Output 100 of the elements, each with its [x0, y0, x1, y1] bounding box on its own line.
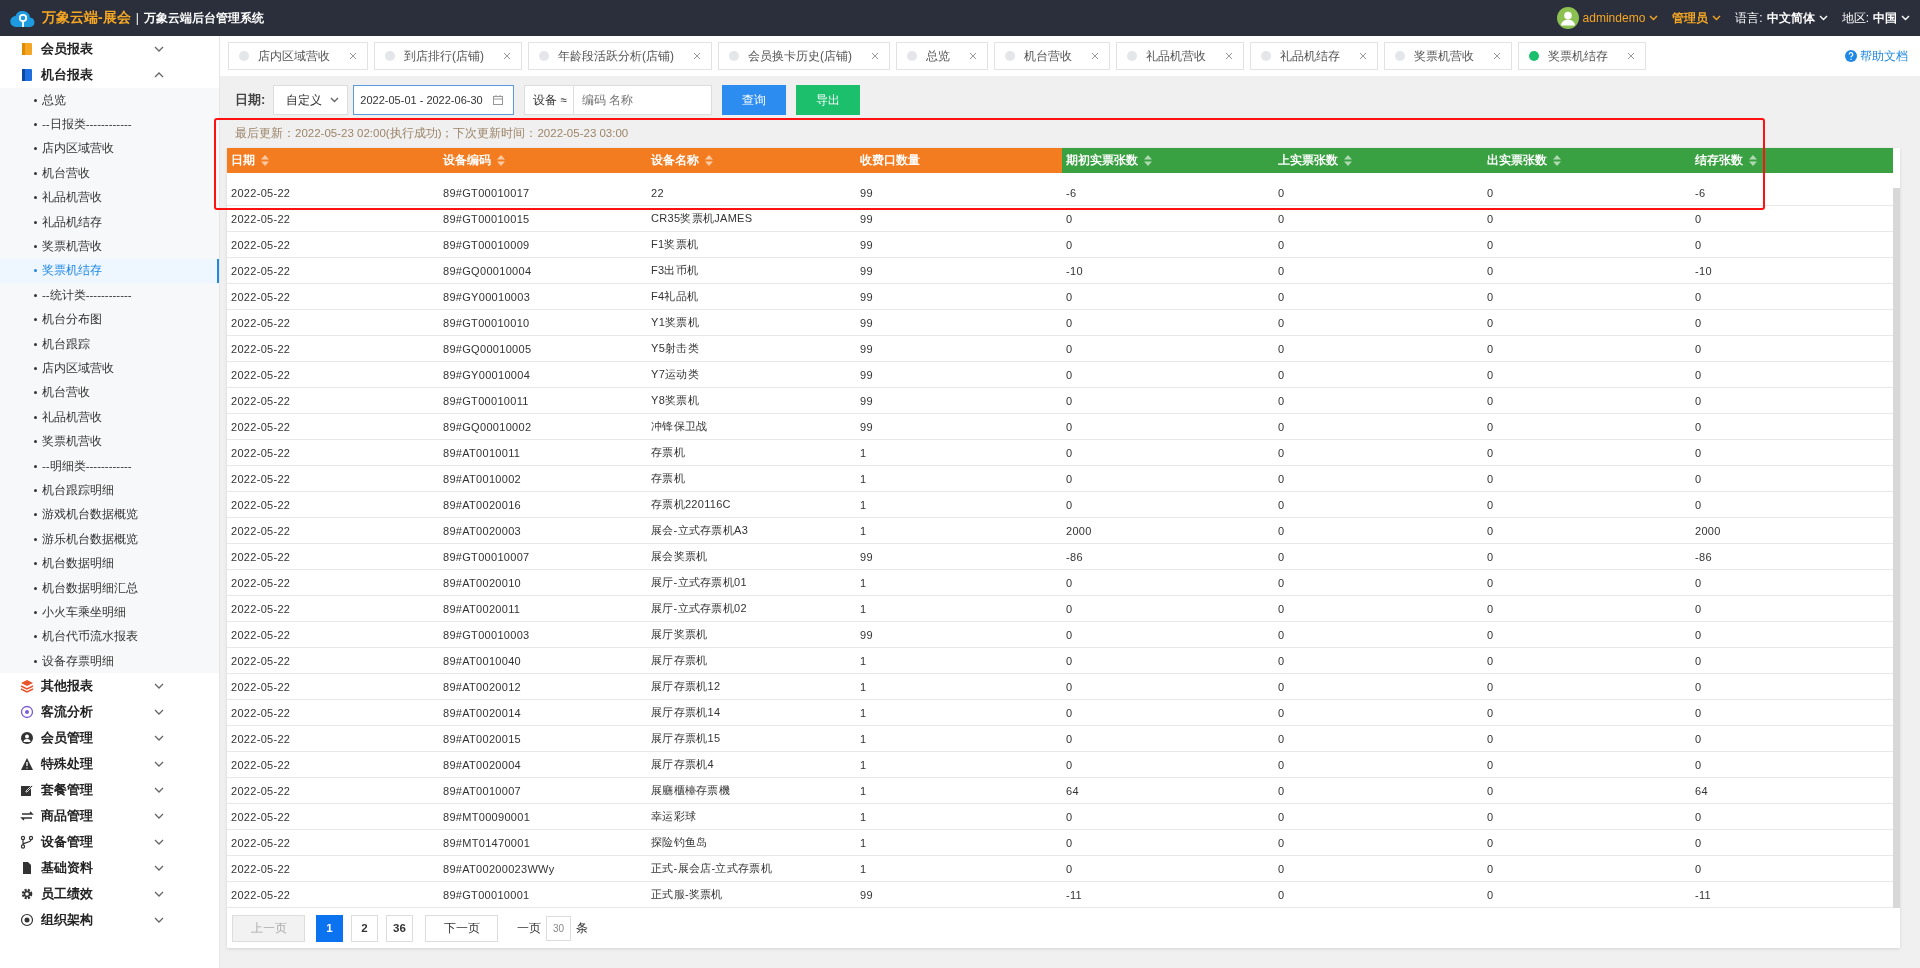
close-icon[interactable]: [349, 52, 357, 60]
sidebar-group[interactable]: 商品管理: [41, 807, 147, 826]
sidebar-item[interactable]: --统计类------------: [0, 283, 219, 308]
sidebar-group[interactable]: 员工绩效: [41, 885, 147, 904]
language-menu[interactable]: 中文简体: [1766, 9, 1815, 27]
table-cell: 0: [1274, 725, 1483, 752]
sidebar-item[interactable]: 奖票机营收: [0, 429, 219, 454]
table-cell: 89#MT00090001: [439, 803, 647, 830]
sidebar-item[interactable]: 奖票机营收: [0, 234, 219, 259]
scrollbar[interactable]: [1893, 188, 1900, 908]
sidebar-group[interactable]: 套餐管理: [41, 781, 147, 800]
table-cell: 0: [1483, 257, 1691, 284]
tab[interactable]: 礼品机结存: [1250, 42, 1378, 70]
table-cell: 1: [856, 699, 1062, 726]
tab[interactable]: 奖票机营收: [1384, 42, 1512, 70]
sort-icon[interactable]: [261, 155, 269, 166]
date-range-field[interactable]: 2022-05-01 - 2022-06-30: [353, 85, 515, 115]
sidebar-item[interactable]: 机台跟踪: [0, 331, 219, 357]
page-button[interactable]: 36: [386, 914, 413, 942]
sidebar-group[interactable]: 组织架构: [41, 911, 147, 930]
next-page-button[interactable]: 下一页: [425, 914, 498, 942]
sidebar-item[interactable]: 店内区域营收: [0, 356, 219, 381]
sidebar-item[interactable]: 礼品机营收: [0, 185, 219, 210]
sidebar-item[interactable]: 设备存票明细: [0, 649, 219, 674]
sidebar-item[interactable]: 小火车乘坐明细: [0, 600, 219, 625]
tab[interactable]: 年龄段活跃分析(店铺): [528, 42, 712, 70]
tab[interactable]: 总览: [896, 42, 988, 70]
search-field[interactable]: 编码 名称: [573, 85, 712, 115]
sidebar-item[interactable]: 机台数据明细汇总: [0, 575, 219, 601]
table-cell: 1: [856, 855, 1062, 882]
table-cell: Y5射击类: [647, 335, 856, 362]
table-cell: 0: [1274, 361, 1483, 388]
sidebar-group[interactable]: 特殊处理: [41, 755, 147, 774]
region-menu[interactable]: 中国: [1873, 9, 1897, 27]
sidebar-group[interactable]: 客流分析: [41, 703, 147, 722]
role-menu[interactable]: 管理员: [1672, 9, 1709, 27]
tab[interactable]: 店内区域营收: [228, 42, 368, 70]
page-button[interactable]: 2: [351, 914, 378, 942]
user-icon: [20, 731, 34, 746]
close-icon[interactable]: [1091, 52, 1099, 60]
sidebar-group[interactable]: 其他报表: [41, 677, 147, 696]
sort-icon[interactable]: [497, 155, 505, 166]
tab[interactable]: 奖票机结存: [1518, 42, 1646, 70]
close-icon[interactable]: [693, 52, 701, 60]
table-cell: 1: [856, 777, 1062, 804]
status-dot: [907, 51, 917, 61]
device-type-select[interactable]: 设备 ≈: [524, 85, 574, 115]
tab[interactable]: 到店排行(店铺): [374, 42, 522, 70]
close-icon[interactable]: [969, 52, 977, 60]
sidebar-item[interactable]: --日报类------------: [0, 112, 219, 137]
table-cell: 展厅存票机15: [647, 725, 856, 752]
help-link[interactable]: 帮助文档: [1860, 47, 1908, 65]
sidebar-item[interactable]: 礼品机结存: [0, 209, 219, 235]
sidebar-item[interactable]: 机台代币流水报表: [0, 624, 219, 649]
page-button[interactable]: 1: [316, 914, 343, 942]
close-icon[interactable]: [1359, 52, 1367, 60]
sidebar-item[interactable]: 游乐机台数据概览: [0, 527, 219, 552]
sidebar-item[interactable]: 总览: [0, 88, 219, 113]
sidebar-item[interactable]: 奖票机结存: [0, 258, 219, 284]
sort-icon[interactable]: [1553, 155, 1561, 166]
close-icon[interactable]: [1493, 52, 1501, 60]
sidebar-item[interactable]: 游戏机台数据概览: [0, 502, 219, 528]
help-icon: [1845, 50, 1857, 62]
sidebar-group[interactable]: 会员管理: [41, 729, 147, 748]
sidebar-group[interactable]: 设备管理: [41, 833, 147, 852]
user-menu[interactable]: admindemo: [1582, 11, 1646, 25]
tab[interactable]: 礼品机营收: [1116, 42, 1244, 70]
sort-icon[interactable]: [1344, 155, 1352, 166]
sidebar-group[interactable]: 机台报表: [41, 66, 147, 84]
sort-icon[interactable]: [705, 155, 713, 166]
sidebar-item[interactable]: 礼品机营收: [0, 405, 219, 430]
sort-icon[interactable]: [1144, 155, 1152, 166]
close-icon[interactable]: [1225, 52, 1233, 60]
sidebar-item[interactable]: 机台跟踪明细: [0, 478, 219, 503]
sidebar-item[interactable]: 店内区域营收: [0, 136, 219, 162]
table-cell: 0: [1483, 205, 1691, 232]
close-icon[interactable]: [503, 52, 511, 60]
table-cell: 2022-05-22: [227, 335, 439, 362]
close-icon[interactable]: [871, 52, 879, 60]
tab[interactable]: 机台营收: [994, 42, 1110, 70]
status-dot: [239, 51, 249, 61]
table-cell: 99: [856, 361, 1062, 388]
sidebar-group[interactable]: 会员报表: [41, 40, 147, 58]
sidebar-item[interactable]: 机台营收: [0, 161, 219, 186]
sort-icon[interactable]: [1749, 155, 1757, 166]
page-size-field[interactable]: 30: [546, 915, 571, 941]
close-icon[interactable]: [1627, 52, 1635, 60]
table-cell: 0: [1062, 569, 1274, 596]
table-cell: 0: [1274, 517, 1483, 544]
table-cell: 2022-05-22: [227, 751, 439, 778]
tab[interactable]: 会员换卡历史(店铺): [718, 42, 890, 70]
brand-separator: |: [135, 11, 139, 25]
range-type-select[interactable]: 自定义: [273, 85, 349, 115]
sidebar-item[interactable]: 机台分布图: [0, 307, 219, 332]
sidebar-item[interactable]: --明细类------------: [0, 453, 219, 479]
table-cell: 0: [1483, 543, 1691, 570]
sidebar-group[interactable]: 基础资料: [41, 859, 147, 878]
table-cell: 2022-05-22: [227, 465, 439, 492]
sidebar-item[interactable]: 机台数据明细: [0, 551, 219, 576]
sidebar-item[interactable]: 机台营收: [0, 380, 219, 406]
